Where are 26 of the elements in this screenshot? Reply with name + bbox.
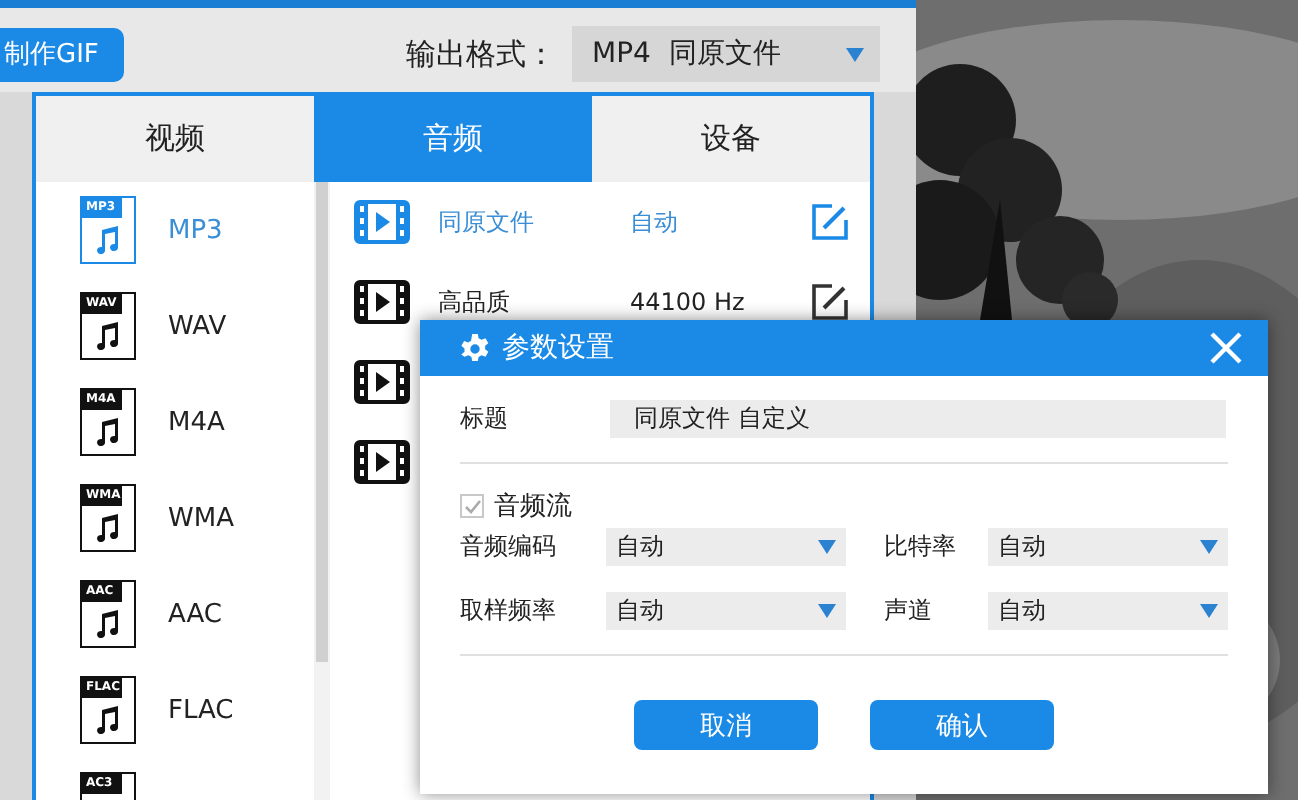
format-label[interactable]: M4A	[168, 407, 225, 437]
preset-value: 44100 Hz	[630, 288, 747, 316]
format-label[interactable]: WMA	[168, 503, 234, 533]
format-label[interactable]: FLAC	[168, 695, 234, 725]
confirm-button[interactable]: 确认	[870, 700, 1054, 750]
format-label[interactable]: AAC	[168, 599, 222, 629]
dialog-title: 参数设置	[502, 330, 616, 366]
cancel-button[interactable]: 取消	[634, 700, 818, 750]
field-label: 取样频率	[460, 594, 558, 628]
preset-value: 自动	[630, 205, 680, 239]
output-format-dropdown[interactable]: MP4 同原文件	[572, 26, 880, 82]
preset-name[interactable]: 高品质	[438, 285, 630, 319]
field-dropdown[interactable]: 自动	[988, 528, 1228, 566]
title-label: 标题	[460, 402, 510, 436]
field-dropdown[interactable]: 自动	[988, 592, 1228, 630]
field-label: 比特率	[884, 530, 958, 564]
output-format-label: 输出格式：	[406, 35, 556, 73]
format-label[interactable]: WAV	[168, 311, 227, 341]
title-input[interactable]: 同原文件 自定义	[610, 400, 1226, 438]
field-dropdown[interactable]: 自动	[606, 592, 846, 630]
format-tab[interactable]: 音频	[314, 96, 592, 182]
field-label: 音频编码	[460, 530, 558, 564]
field-label: 声道	[884, 594, 934, 628]
make-gif-button[interactable]: 制作GIF	[0, 27, 124, 81]
field-dropdown[interactable]: 自动	[606, 528, 846, 566]
audio-stream-label: 音频流	[494, 490, 572, 524]
